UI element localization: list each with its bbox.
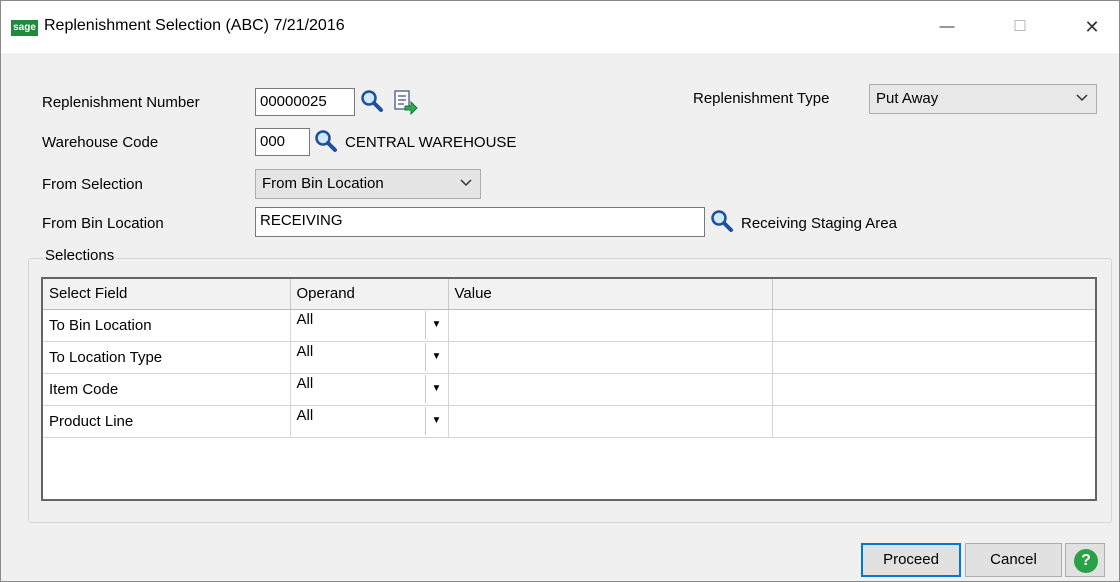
selections-group-label: Selections bbox=[43, 247, 117, 264]
replenishment-type-value: Put Away bbox=[876, 90, 939, 107]
cancel-button[interactable]: Cancel bbox=[965, 543, 1062, 577]
proceed-button[interactable]: Proceed bbox=[861, 543, 961, 577]
value-cell[interactable] bbox=[448, 341, 773, 374]
replenishment-type-label: Replenishment Type bbox=[693, 90, 830, 107]
selections-table: Select Field Operand Value To Bin Locati… bbox=[43, 279, 1095, 438]
replenishment-type-select[interactable]: Put Away bbox=[869, 84, 1097, 114]
column-header-operand[interactable]: Operand bbox=[290, 279, 449, 310]
chevron-down-icon bbox=[460, 179, 472, 187]
help-icon: ? bbox=[1074, 549, 1098, 573]
operand-cell[interactable]: All ▼ bbox=[290, 309, 449, 342]
replenishment-selection-window: sage Replenishment Selection (ABC) 7/21/… bbox=[0, 0, 1120, 582]
table-row[interactable]: To Bin Location All ▼ bbox=[43, 309, 1095, 342]
select-field-cell[interactable]: To Location Type bbox=[43, 341, 291, 374]
select-field-cell[interactable]: To Bin Location bbox=[43, 309, 291, 342]
help-button[interactable]: ? bbox=[1065, 543, 1105, 577]
maximize-button[interactable]: ☐ bbox=[997, 7, 1043, 47]
from-selection-select[interactable]: From Bin Location bbox=[255, 169, 481, 199]
title-bar: sage Replenishment Selection (ABC) 7/21/… bbox=[1, 1, 1119, 53]
column-header-blank bbox=[772, 279, 1095, 310]
from-bin-location-label: From Bin Location bbox=[42, 215, 164, 232]
from-selection-value: From Bin Location bbox=[262, 175, 384, 192]
from-bin-location-input[interactable]: RECEIVING bbox=[255, 207, 705, 237]
blank-cell bbox=[772, 405, 1095, 438]
column-header-value[interactable]: Value bbox=[448, 279, 773, 310]
warehouse-lookup-magnifier-icon[interactable] bbox=[314, 129, 338, 153]
operand-value: All bbox=[296, 311, 314, 328]
table-row[interactable]: To Location Type All ▼ bbox=[43, 341, 1095, 374]
warehouse-code-input[interactable]: 000 bbox=[255, 128, 310, 156]
operand-dropdown-arrow-icon[interactable]: ▼ bbox=[424, 311, 448, 339]
replenishment-number-input[interactable]: 00000025 bbox=[255, 88, 355, 116]
selections-grid: Select Field Operand Value To Bin Locati… bbox=[41, 277, 1097, 501]
window-title: Replenishment Selection (ABC) 7/21/2016 bbox=[44, 17, 345, 34]
column-header-select-field[interactable]: Select Field bbox=[43, 279, 291, 310]
table-row[interactable]: Item Code All ▼ bbox=[43, 373, 1095, 406]
operand-dropdown-arrow-icon[interactable]: ▼ bbox=[424, 375, 448, 403]
blank-cell bbox=[772, 373, 1095, 406]
chevron-down-icon bbox=[1076, 94, 1088, 102]
sage-logo-icon: sage bbox=[11, 20, 38, 36]
from-selection-label: From Selection bbox=[42, 176, 143, 193]
value-cell[interactable] bbox=[448, 373, 773, 406]
operand-cell[interactable]: All ▼ bbox=[290, 373, 449, 406]
replenishment-number-label: Replenishment Number bbox=[42, 94, 200, 111]
select-field-cell[interactable]: Item Code bbox=[43, 373, 291, 406]
lookup-magnifier-icon[interactable] bbox=[360, 89, 384, 113]
operand-cell[interactable]: All ▼ bbox=[290, 341, 449, 374]
next-number-icon[interactable] bbox=[392, 89, 418, 115]
warehouse-code-label: Warehouse Code bbox=[42, 134, 159, 151]
value-cell[interactable] bbox=[448, 309, 773, 342]
value-cell[interactable] bbox=[448, 405, 773, 438]
bin-location-description: Receiving Staging Area bbox=[741, 215, 897, 232]
minimize-button[interactable]: — bbox=[924, 7, 970, 47]
blank-cell bbox=[772, 341, 1095, 374]
operand-value: All bbox=[296, 343, 314, 360]
operand-cell[interactable]: All ▼ bbox=[290, 405, 449, 438]
bin-lookup-magnifier-icon[interactable] bbox=[710, 209, 734, 233]
operand-value: All bbox=[296, 375, 314, 392]
table-header-row: Select Field Operand Value bbox=[43, 279, 1095, 310]
table-row[interactable]: Product Line All ▼ bbox=[43, 405, 1095, 438]
operand-dropdown-arrow-icon[interactable]: ▼ bbox=[424, 407, 448, 435]
operand-value: All bbox=[296, 407, 314, 424]
blank-cell bbox=[772, 309, 1095, 342]
warehouse-description: CENTRAL WAREHOUSE bbox=[345, 134, 517, 151]
operand-dropdown-arrow-icon[interactable]: ▼ bbox=[424, 343, 448, 371]
close-button[interactable]: ✕ bbox=[1069, 7, 1115, 47]
select-field-cell[interactable]: Product Line bbox=[43, 405, 291, 438]
